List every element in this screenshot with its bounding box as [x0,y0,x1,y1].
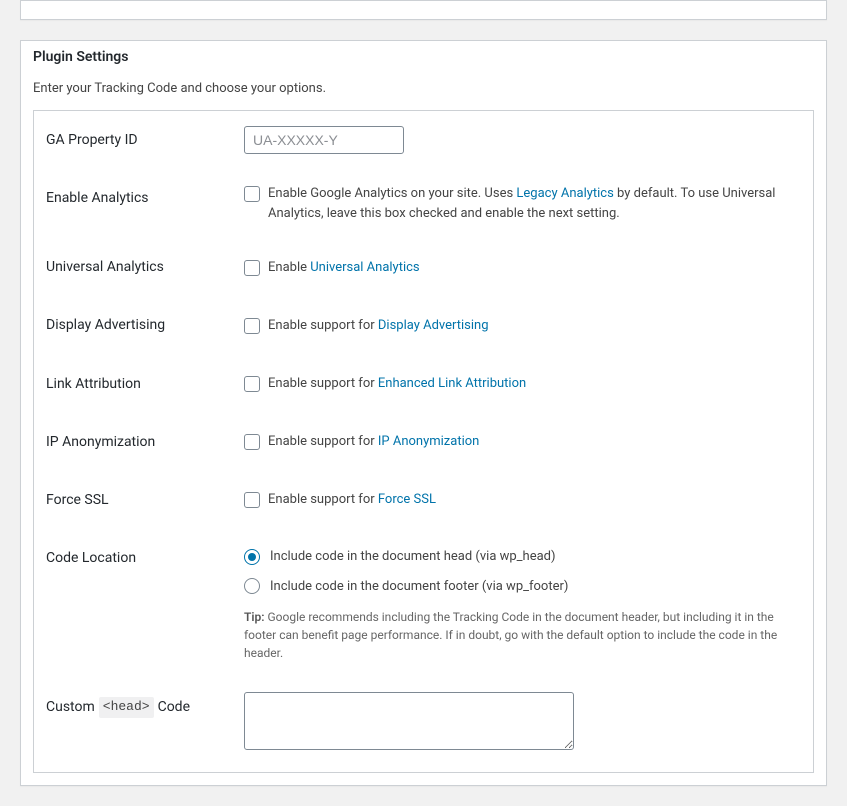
radio-text-footer: Include code in the document footer (via… [270,577,568,597]
plugin-settings-panel: Plugin Settings Enter your Tracking Code… [20,40,827,786]
checkbox-wrapper-display-advertising[interactable]: Enable support for Display Advertising [244,316,803,336]
label-link-attribution: Link Attribution [34,355,234,413]
row-code-location: Code Location Include code in the docume… [34,529,813,677]
label-enable-analytics: Enable Analytics [34,169,234,238]
panel-body: Enter your Tracking Code and choose your… [21,81,826,785]
checkbox-wrapper-ip-anonymization[interactable]: Enable support for IP Anonymization [244,432,803,452]
checkbox-text-display-advertising: Enable support for Display Advertising [268,316,803,336]
settings-form-table: GA Property ID Enable Analytics Enable G… [34,111,813,772]
row-universal-analytics: Universal Analytics Enable Universal Ana… [34,238,813,296]
row-ip-anonymization: IP Anonymization Enable support for IP A… [34,413,813,471]
checkbox-link-attribution[interactable] [244,376,260,392]
row-force-ssl: Force SSL Enable support for Force SSL [34,471,813,529]
link-enhanced-link-attribution[interactable]: Enhanced Link Attribution [378,376,526,391]
label-force-ssl: Force SSL [34,471,234,529]
link-legacy-analytics[interactable]: Legacy Analytics [516,186,613,201]
checkbox-text-enable-analytics: Enable Google Analytics on your site. Us… [268,184,803,223]
panel-title: Plugin Settings [33,49,814,65]
checkbox-wrapper-enable-analytics[interactable]: Enable Google Analytics on your site. Us… [244,184,803,223]
label-code-location: Code Location [34,529,234,677]
tip-code-location: Tip: Google recommends including the Tra… [244,608,803,662]
label-ga-property-id: GA Property ID [34,111,234,169]
textarea-custom-head-code[interactable] [244,692,574,750]
checkbox-text-link-attribution: Enable support for Enhanced Link Attribu… [268,374,803,394]
code-head-tag: <head> [99,697,154,718]
checkbox-force-ssl[interactable] [244,492,260,508]
settings-form-wrapper: GA Property ID Enable Analytics Enable G… [33,110,814,773]
checkbox-text-universal-analytics: Enable Universal Analytics [268,258,803,278]
radio-group-code-location: Include code in the document head (via w… [244,547,803,596]
label-custom-head-code: Custom <head> Code [34,677,234,772]
row-ga-property-id: GA Property ID [34,111,813,169]
radio-wrapper-head[interactable]: Include code in the document head (via w… [244,547,803,567]
checkbox-universal-analytics[interactable] [244,260,260,276]
radio-code-footer[interactable] [244,578,260,594]
row-link-attribution: Link Attribution Enable support for Enha… [34,355,813,413]
checkbox-ip-anonymization[interactable] [244,434,260,450]
row-enable-analytics: Enable Analytics Enable Google Analytics… [34,169,813,238]
radio-wrapper-footer[interactable]: Include code in the document footer (via… [244,577,803,597]
previous-panel-bottom [20,0,827,20]
checkbox-wrapper-link-attribution[interactable]: Enable support for Enhanced Link Attribu… [244,374,803,394]
label-ip-anonymization: IP Anonymization [34,413,234,471]
link-universal-analytics[interactable]: Universal Analytics [310,260,419,275]
checkbox-enable-analytics[interactable] [244,186,260,202]
link-display-advertising[interactable]: Display Advertising [378,318,489,333]
checkbox-wrapper-universal-analytics[interactable]: Enable Universal Analytics [244,258,803,278]
label-display-advertising: Display Advertising [34,296,234,354]
radio-code-head[interactable] [244,549,260,565]
checkbox-text-force-ssl: Enable support for Force SSL [268,490,803,510]
checkbox-wrapper-force-ssl[interactable]: Enable support for Force SSL [244,490,803,510]
checkbox-text-ip-anonymization: Enable support for IP Anonymization [268,432,803,452]
label-universal-analytics: Universal Analytics [34,238,234,296]
link-force-ssl[interactable]: Force SSL [378,492,436,507]
radio-text-head: Include code in the document head (via w… [270,547,556,567]
row-display-advertising: Display Advertising Enable support for D… [34,296,813,354]
checkbox-display-advertising[interactable] [244,318,260,334]
panel-description: Enter your Tracking Code and choose your… [33,81,814,96]
input-ga-property-id[interactable] [244,126,404,154]
row-custom-head-code: Custom <head> Code [34,677,813,772]
panel-header: Plugin Settings [21,41,826,73]
link-ip-anonymization[interactable]: IP Anonymization [378,434,479,449]
